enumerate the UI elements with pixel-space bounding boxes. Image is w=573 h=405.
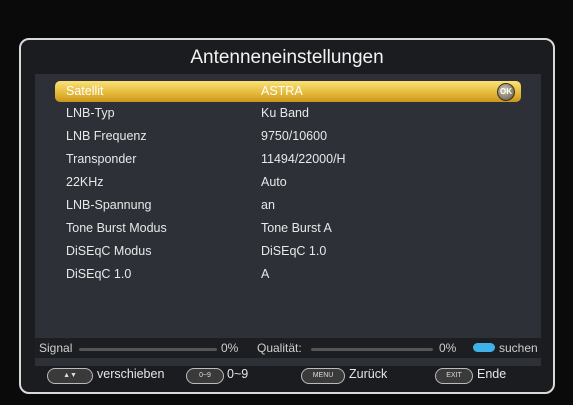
row-lnb-typ[interactable]: LNB-Typ Ku Band — [55, 103, 521, 124]
row-value: Auto — [261, 175, 287, 189]
row-tone-burst-modus[interactable]: Tone Burst Modus Tone Burst A — [55, 218, 521, 239]
quality-value: 0% — [439, 341, 457, 355]
exit-key-icon[interactable]: EXIT — [435, 368, 473, 384]
number-key-icon[interactable]: 0~9 — [186, 368, 224, 384]
menu-key-icon[interactable]: MENU — [301, 368, 345, 384]
row-transponder[interactable]: Transponder 11494/22000/H — [55, 149, 521, 170]
row-satellit[interactable]: Satellit ASTRA OK — [55, 81, 521, 102]
row-value: Tone Burst A — [261, 221, 332, 235]
footer-bar: ▲▼ verschieben 0~9 0~9 MENU Zurück EXIT … — [21, 362, 553, 390]
back-label: Zurück — [349, 367, 388, 381]
row-value: ASTRA — [261, 84, 303, 98]
search-label: suchen — [499, 341, 538, 355]
row-diseqc-1-0[interactable]: DiSEqC 1.0 A — [55, 264, 521, 285]
quality-bar — [311, 348, 433, 351]
row-value: A — [261, 267, 270, 281]
row-value: Ku Band — [261, 106, 309, 120]
quality-label: Qualität: — [257, 341, 302, 355]
settings-window: Antenneneinstellungen Satellit ASTRA OK … — [19, 38, 555, 394]
row-lnb-frequenz[interactable]: LNB Frequenz 9750/10600 — [55, 126, 521, 147]
status-bar: Signal 0% Qualität: 0% suchen — [35, 338, 541, 358]
blue-button-icon[interactable] — [473, 343, 495, 352]
signal-value: 0% — [221, 341, 239, 355]
row-value: DiSEqC 1.0 — [261, 244, 327, 258]
number-label: 0~9 — [227, 367, 249, 381]
row-value: 9750/10600 — [261, 129, 328, 143]
row-label: DiSEqC 1.0 — [66, 267, 132, 281]
page-title: Antenneneinstellungen — [190, 47, 384, 68]
row-label: LNB-Typ — [66, 106, 115, 120]
ok-icon[interactable]: OK — [497, 83, 515, 101]
row-label: LNB-Spannung — [66, 198, 152, 212]
row-label: LNB Frequenz — [66, 129, 147, 143]
row-value: 11494/22000/H — [261, 152, 346, 166]
row-22khz[interactable]: 22KHz Auto — [55, 172, 521, 193]
exit-label: Ende — [477, 367, 507, 381]
row-label: 22KHz — [66, 175, 104, 189]
row-lnb-spannung[interactable]: LNB-Spannung an — [55, 195, 521, 216]
signal-bar — [79, 348, 217, 351]
row-diseqc-modus[interactable]: DiSEqC Modus DiSEqC 1.0 — [55, 241, 521, 262]
up-down-key-icon[interactable]: ▲▼ — [47, 368, 93, 384]
row-label: DiSEqC Modus — [66, 244, 152, 258]
row-label: Tone Burst Modus — [66, 221, 167, 235]
move-label: verschieben — [97, 367, 165, 381]
row-label: Satellit — [66, 84, 104, 98]
signal-label: Signal — [39, 341, 73, 355]
row-label: Transponder — [66, 152, 137, 166]
row-value: an — [261, 198, 275, 212]
